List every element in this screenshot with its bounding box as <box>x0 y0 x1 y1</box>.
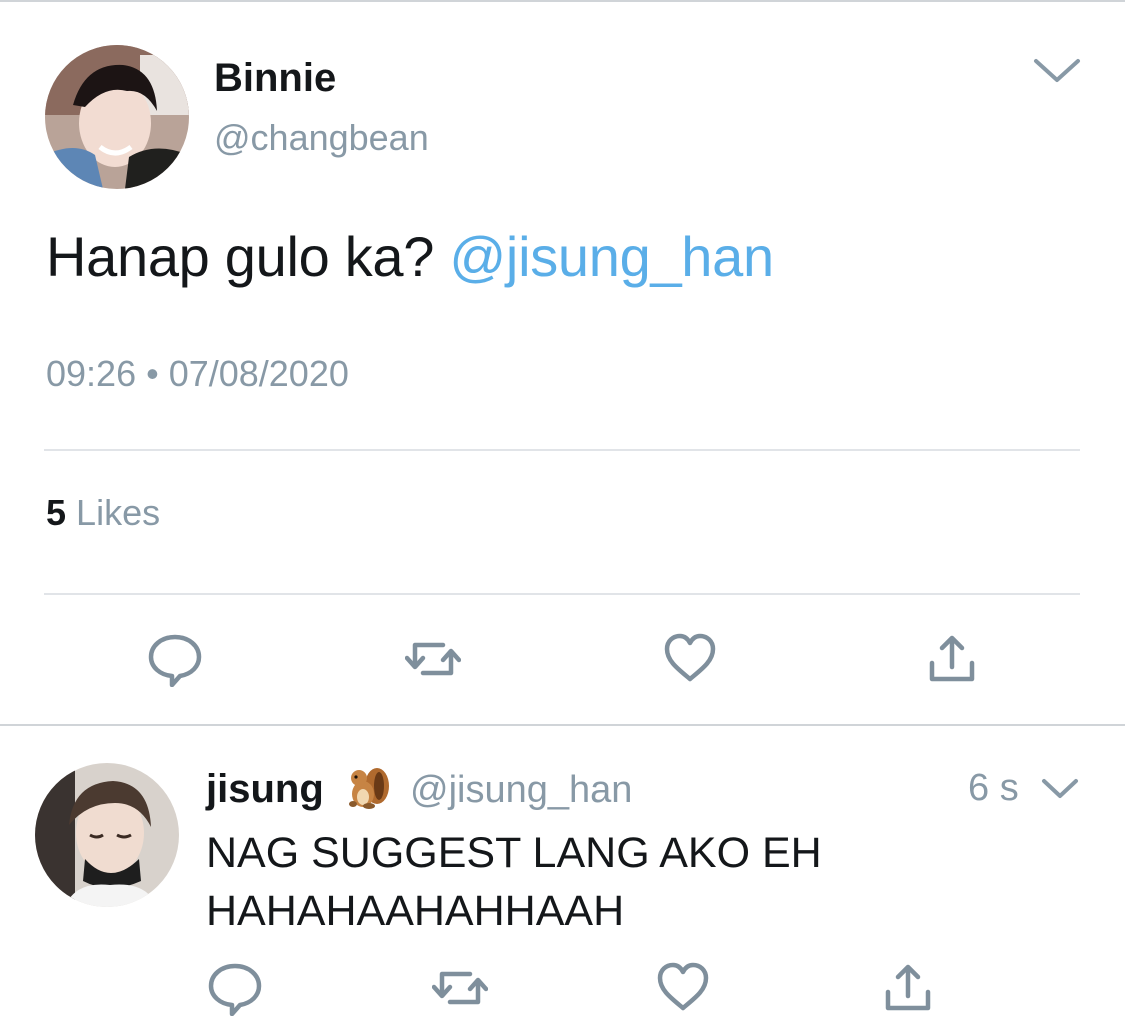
like-icon[interactable] <box>662 631 718 687</box>
author-handle[interactable]: @changbean <box>214 117 429 159</box>
reply-author-name[interactable]: jisung <box>206 767 324 811</box>
reply-icon[interactable] <box>207 960 263 1016</box>
reply-text: NAG SUGGEST LANG AKO EH HAHAHAAHAHHAAH <box>206 824 1106 940</box>
top-divider <box>0 0 1125 2</box>
likes-count: 5 <box>46 492 67 533</box>
share-icon[interactable] <box>880 960 936 1016</box>
author-name[interactable]: Binnie <box>214 56 336 101</box>
tweet-text-body: Hanap gulo ka? <box>46 225 450 288</box>
section-divider <box>0 724 1125 726</box>
reply-text-line: HAHAHAAHAHHAAH <box>206 887 625 935</box>
reply-icon[interactable] <box>147 631 203 687</box>
divider <box>44 449 1080 451</box>
tweet-timestamp: 09:26 • 07/08/2020 <box>46 353 349 394</box>
chevron-down-icon[interactable] <box>1040 776 1080 802</box>
likes-label: Likes <box>76 492 161 533</box>
reply-time: 6 s <box>968 767 1019 809</box>
mention-link[interactable]: @jisung_han <box>449 225 774 288</box>
chevron-down-icon[interactable] <box>1032 56 1082 86</box>
share-icon[interactable] <box>924 631 980 687</box>
tweet-detail-screen: Binnie @changbean Hanap gulo ka? @jisung… <box>0 0 1125 1034</box>
reply-author-handle[interactable]: @jisung_han <box>410 769 632 811</box>
chipmunk-icon <box>345 764 391 810</box>
retweet-icon[interactable] <box>405 631 461 687</box>
likes-summary[interactable]: 5 Likes <box>46 492 160 534</box>
reply-text-line: NAG SUGGEST LANG AKO EH <box>206 829 822 877</box>
divider <box>44 593 1080 595</box>
reply-header: jisung @jisung_han <box>206 764 632 812</box>
reply-author-avatar[interactable] <box>35 763 179 907</box>
retweet-icon[interactable] <box>432 960 488 1016</box>
like-icon[interactable] <box>655 960 711 1016</box>
author-avatar[interactable] <box>45 45 189 189</box>
tweet-text: Hanap gulo ka? @jisung_han <box>46 224 774 289</box>
